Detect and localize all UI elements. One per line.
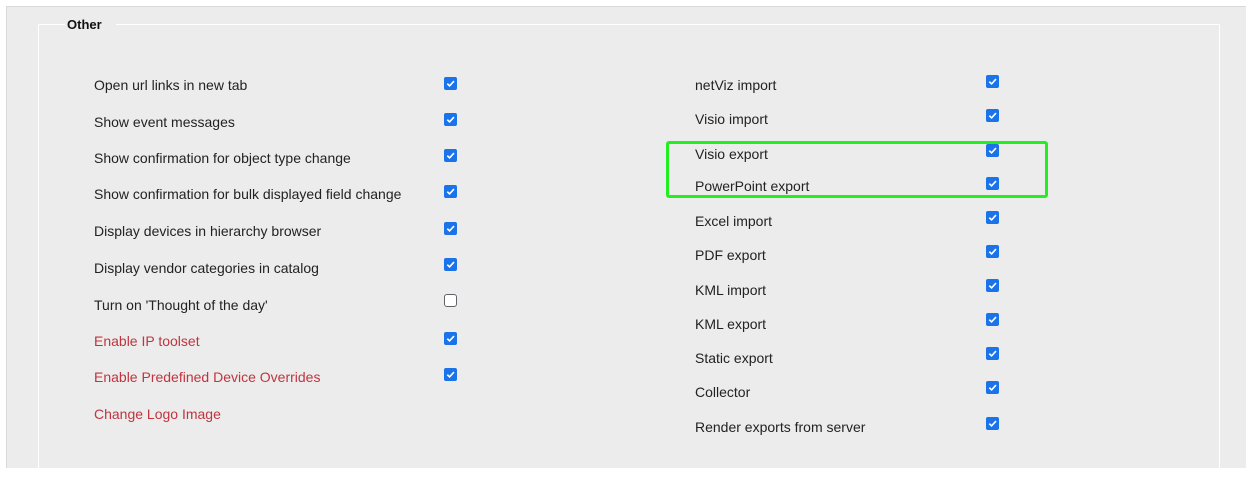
checkmark-icon — [988, 78, 997, 86]
devices-hierarchy-browser-checkbox[interactable] — [444, 222, 457, 235]
option-devices-hierarchy-browser: Display devices in hierarchy browser — [94, 220, 321, 242]
change-logo-image-link[interactable]: Change Logo Image — [94, 406, 221, 422]
checkmark-icon — [446, 371, 455, 379]
checkmark-icon — [446, 80, 455, 88]
option-label: Static export — [695, 350, 773, 366]
option-enable-ip-toolset: Enable IP toolset — [94, 330, 200, 352]
option-vendor-categories-catalog: Display vendor categories in catalog — [94, 257, 319, 279]
checkmark-icon — [446, 188, 455, 196]
kml-export-checkbox[interactable] — [986, 313, 999, 326]
kml-import-checkbox[interactable] — [986, 279, 999, 292]
checkmark-icon — [446, 116, 455, 124]
option-excel-import: Excel import — [695, 210, 772, 232]
section-legend: Other — [67, 17, 102, 32]
option-kml-export: KML export — [695, 313, 766, 335]
option-open-url-new-tab: Open url links in new tab — [94, 74, 247, 96]
option-label: PDF export — [695, 247, 766, 263]
option-label: KML import — [695, 282, 767, 298]
option-pdf-export: PDF export — [695, 244, 766, 266]
show-event-messages-checkbox[interactable] — [444, 113, 457, 126]
option-change-logo-image: Change Logo Image — [94, 403, 221, 425]
confirm-object-type-change-checkbox[interactable] — [444, 149, 457, 162]
vendor-categories-catalog-checkbox[interactable] — [444, 258, 457, 271]
checkmark-icon — [988, 214, 997, 222]
checkmark-icon — [988, 350, 997, 358]
option-label: Visio import — [695, 111, 768, 127]
option-netviz-import: netViz import — [695, 74, 776, 96]
checkmark-icon — [988, 248, 997, 256]
checkmark-icon — [988, 112, 997, 120]
option-label: Collector — [695, 384, 751, 400]
option-label: Show confirmation for object type change — [94, 150, 351, 166]
thought-of-the-day-checkbox[interactable] — [444, 294, 457, 307]
netviz-import-checkbox[interactable] — [986, 75, 999, 88]
collector-checkbox[interactable] — [986, 381, 999, 394]
checkmark-icon — [446, 225, 455, 233]
option-visio-import: Visio import — [695, 108, 768, 130]
option-label[interactable]: Enable IP toolset — [94, 333, 200, 349]
option-label: Display vendor categories in catalog — [94, 260, 319, 276]
option-label: Open url links in new tab — [94, 77, 248, 93]
option-confirm-object-type-change: Show confirmation for object type change — [94, 147, 351, 169]
visio-import-checkbox[interactable] — [986, 109, 999, 122]
option-label: netViz import — [695, 77, 777, 93]
checkmark-icon — [988, 384, 997, 392]
render-exports-from-server-checkbox[interactable] — [986, 417, 999, 430]
open-url-new-tab-checkbox[interactable] — [444, 77, 457, 90]
pdf-export-checkbox[interactable] — [986, 245, 999, 258]
option-label: KML export — [695, 316, 767, 332]
option-thought-of-the-day: Turn on 'Thought of the day' — [94, 294, 268, 316]
highlight-box — [666, 141, 1048, 198]
option-show-event-messages: Show event messages — [94, 111, 235, 133]
checkmark-icon — [446, 261, 455, 269]
excel-import-checkbox[interactable] — [986, 211, 999, 224]
checkmark-icon — [446, 152, 455, 160]
option-label: Render exports from server — [695, 419, 866, 435]
predefined-device-overrides-checkbox[interactable] — [444, 368, 457, 381]
option-label: Display devices in hierarchy browser — [94, 223, 322, 239]
confirm-bulk-field-change-checkbox[interactable] — [444, 185, 457, 198]
option-label: Turn on 'Thought of the day' — [94, 297, 268, 313]
enable-ip-toolset-checkbox[interactable] — [444, 332, 457, 345]
option-label: Show confirmation for bulk displayed fie… — [94, 186, 402, 202]
option-label: Excel import — [695, 213, 773, 229]
checkmark-icon — [988, 420, 997, 428]
static-export-checkbox[interactable] — [986, 347, 999, 360]
option-kml-import: KML import — [695, 279, 766, 301]
option-predefined-device-overrides: Enable Predefined Device Overrides — [94, 366, 320, 388]
checkmark-icon — [988, 282, 997, 290]
option-label[interactable]: Enable Predefined Device Overrides — [94, 369, 320, 385]
option-collector: Collector — [695, 381, 750, 403]
checkmark-icon — [988, 316, 997, 324]
option-render-exports-from-server: Render exports from server — [695, 416, 865, 438]
option-static-export: Static export — [695, 347, 773, 369]
checkmark-icon — [446, 335, 455, 343]
option-confirm-bulk-field-change: Show confirmation for bulk displayed fie… — [94, 183, 401, 205]
option-label: Show event messages — [94, 114, 235, 130]
